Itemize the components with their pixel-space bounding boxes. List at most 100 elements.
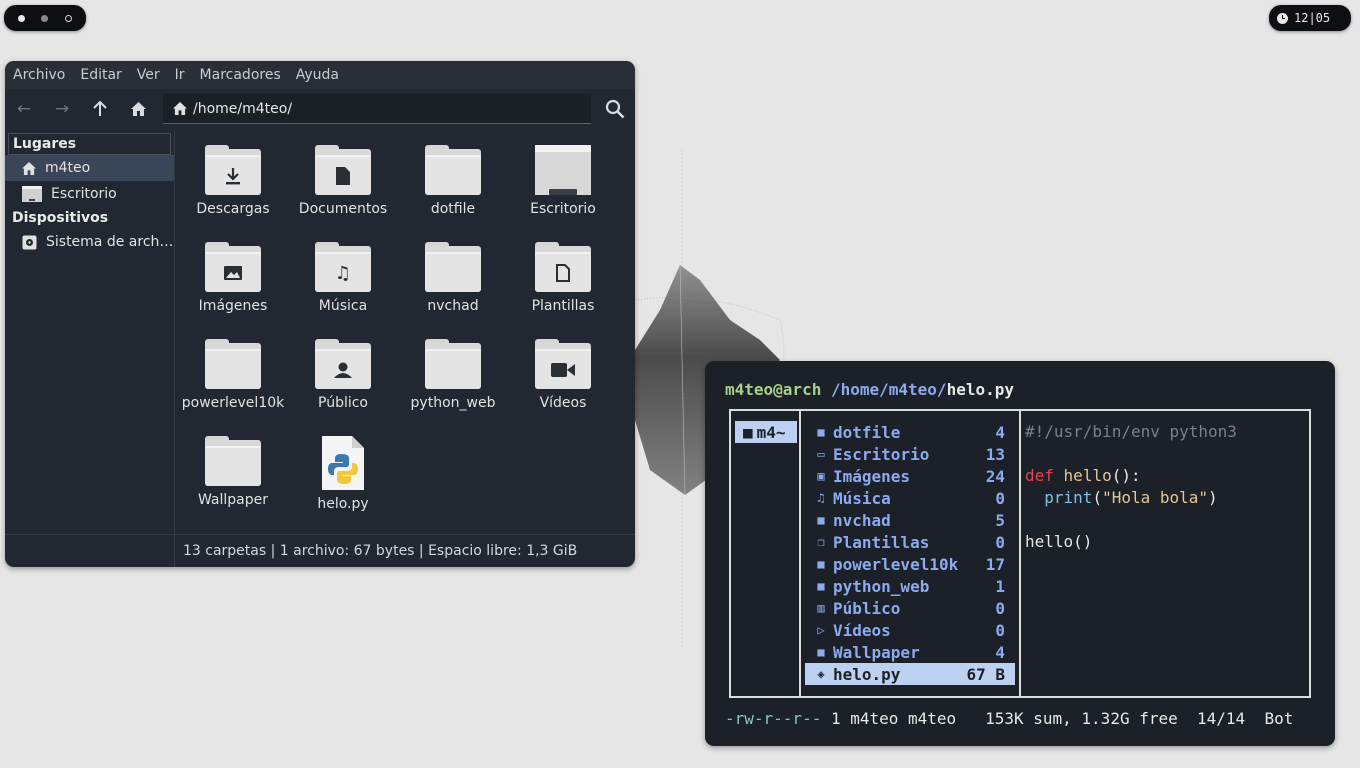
file-item-videos[interactable]: Vídeos	[508, 339, 618, 411]
list-item-selected[interactable]: ◈ helo.py 67 B	[805, 663, 1015, 685]
file-item-powerlevel10k[interactable]: powerlevel10k	[178, 339, 288, 411]
location-path: /home/m4teo/	[193, 100, 293, 117]
parent-directory-entry[interactable]: ■ m4~	[735, 421, 797, 443]
headphones-icon: ♫	[817, 491, 825, 505]
menu-archivo[interactable]: Archivo	[13, 67, 65, 83]
file-item-plantillas[interactable]: Plantillas	[508, 242, 618, 314]
ranger-status-line: -rw-r--r-- 1 m4teo m4teo 153K sum, 1.32G…	[725, 709, 1319, 728]
file-item-dotfile[interactable]: dotfile	[398, 145, 508, 217]
file-label: Vídeos	[539, 395, 587, 411]
file-label: nvchad	[427, 298, 479, 314]
back-button[interactable]: ←	[5, 89, 43, 129]
menu-ayuda[interactable]: Ayuda	[296, 67, 339, 83]
file-item-escritorio[interactable]: Escritorio	[508, 145, 618, 217]
python-icon	[322, 436, 364, 490]
code-function-name: hello	[1063, 466, 1112, 485]
folder-icon	[205, 242, 261, 292]
disk-icon	[22, 235, 37, 249]
folder-icon: ♫	[315, 242, 371, 292]
forward-button[interactable]: →	[43, 89, 81, 129]
desktop-icon	[22, 186, 42, 202]
arrow-left-icon: ←	[16, 99, 32, 119]
file-label: python_web	[410, 395, 496, 411]
folder-icon: ■	[743, 422, 753, 442]
sidebar-item-label: Escritorio	[51, 186, 117, 202]
code-paren-open: (	[1092, 488, 1103, 507]
sidebar-item-home[interactable]: m4teo	[5, 155, 174, 181]
folder-icon	[205, 339, 261, 389]
sidebar-item-filesystem[interactable]: Sistema de arch…	[5, 229, 174, 255]
folder-icon	[535, 242, 591, 292]
terminal-window[interactable]: m4teo@arch /home/m4teo/helo.py ■ m4~ ■ dot…	[705, 361, 1335, 746]
up-button[interactable]	[81, 89, 119, 129]
file-preview: #!/usr/bin/env python3 def hello(): prin…	[1025, 421, 1305, 553]
folder-icon	[315, 145, 371, 195]
list-item[interactable]: ❐ Plantillas 0	[805, 531, 1015, 553]
home-icon	[173, 102, 187, 115]
code-builtin: print	[1044, 488, 1093, 507]
file-item-imagenes[interactable]: Imágenes	[178, 242, 288, 314]
menu-ir[interactable]: Ir	[175, 67, 185, 83]
list-item[interactable]: ■ dotfile 4	[805, 421, 1015, 443]
file-label: Descargas	[196, 201, 270, 217]
download-icon	[226, 168, 240, 185]
location-bar[interactable]: /home/m4teo/	[163, 94, 591, 124]
list-item[interactable]: ■ nvchad 5	[805, 509, 1015, 531]
list-item[interactable]: ■ Wallpaper 4	[805, 641, 1015, 663]
workspace-2-dot[interactable]	[41, 14, 49, 22]
list-item[interactable]: ▭ Escritorio 13	[805, 443, 1015, 465]
workspace-3-dot[interactable]	[64, 14, 72, 22]
file-grid: Descargas Documentos dotfile Escritorio …	[175, 129, 635, 541]
file-label: Imágenes	[198, 298, 268, 314]
image-icon: ▣	[817, 469, 825, 483]
file-item-nvchad[interactable]: nvchad	[398, 242, 508, 314]
file-item-wallpaper[interactable]: Wallpaper	[178, 436, 288, 508]
folder-icon: ■	[817, 557, 825, 571]
workspace-indicator[interactable]	[4, 5, 86, 31]
file-label: Público	[318, 395, 368, 411]
document-icon	[336, 167, 350, 185]
folder-icon	[425, 242, 481, 292]
arrow-up-icon	[93, 101, 107, 116]
search-button[interactable]	[603, 97, 627, 121]
folder-icon	[205, 436, 261, 486]
menu-ver[interactable]: Ver	[137, 67, 160, 83]
file-item-musica[interactable]: ♫ Música	[288, 242, 398, 314]
list-item[interactable]: ▣ Imágenes 24	[805, 465, 1015, 487]
list-item[interactable]: ♫ Música 0	[805, 487, 1015, 509]
file-label: Música	[318, 298, 368, 314]
code-shebang: #!/usr/bin/env python3	[1025, 422, 1237, 441]
file-item-documentos[interactable]: Documentos	[288, 145, 398, 217]
sidebar-item-escritorio[interactable]: Escritorio	[5, 181, 174, 207]
file-manager-window: Archivo Editar Ver Ir Marcadores Ayuda ←…	[5, 61, 635, 567]
workspace-1-dot[interactable]	[18, 14, 26, 22]
clock-widget: 12|05	[1269, 5, 1351, 31]
file-label: Documentos	[298, 201, 388, 217]
code-string: "Hola bola"	[1102, 488, 1209, 507]
sidebar-item-label: Sistema de arch…	[46, 234, 174, 250]
sidebar-item-label: m4teo	[45, 160, 91, 176]
folder-icon	[535, 339, 591, 389]
file-item-descargas[interactable]: Descargas	[178, 145, 288, 217]
code-paren-close: )	[1208, 488, 1218, 507]
file-item-python-web[interactable]: python_web	[398, 339, 508, 411]
folder-icon	[315, 339, 371, 389]
list-item[interactable]: ▥ Público 0	[805, 597, 1015, 619]
menu-editar[interactable]: Editar	[80, 67, 121, 83]
monitor-icon: ▭	[817, 447, 825, 461]
menu-marcadores[interactable]: Marcadores	[200, 67, 281, 83]
prompt-file: helo.py	[946, 380, 1014, 399]
list-item[interactable]: ■ powerlevel10k 17	[805, 553, 1015, 575]
folder-icon	[425, 339, 481, 389]
clock-time: 12|05	[1294, 11, 1331, 25]
video-icon: ▷	[817, 623, 825, 637]
file-item-helo-py[interactable]: helo.py	[288, 436, 398, 512]
file-label: powerlevel10k	[181, 395, 285, 411]
file-item-publico[interactable]: Público	[288, 339, 398, 411]
list-item[interactable]: ■ python_web 1	[805, 575, 1015, 597]
copy-icon: ❐	[817, 535, 825, 549]
code-keyword: def	[1025, 466, 1054, 485]
list-item[interactable]: ▷ Vídeos 0	[805, 619, 1015, 641]
home-button[interactable]	[119, 89, 157, 129]
sidebar-header-devices: Dispositivos	[12, 210, 109, 226]
